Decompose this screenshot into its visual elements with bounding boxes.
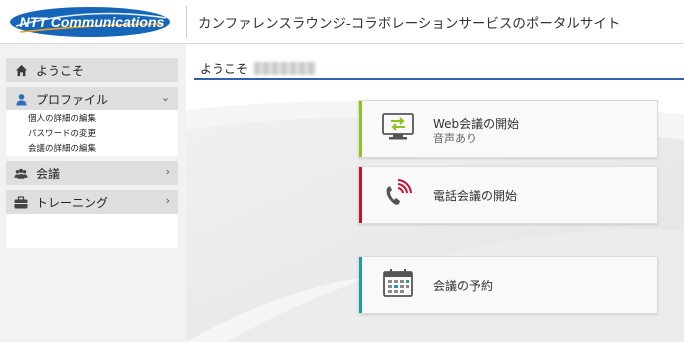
sidebar-item-meetings[interactable]: 会議 › [6,161,178,185]
chevron-right-icon: › [165,165,170,178]
sidebar-item-label: プロファイル [36,92,109,107]
card-title: 会議の予約 [433,279,494,293]
start-phone-conference-button[interactable]: 電話会議の開始 [358,166,658,224]
sidebar-item-label: ようこそ [36,63,85,78]
sidebar-item-label: 会議 [36,166,61,181]
start-web-conference-button[interactable]: Web会議の開始 音声あり [358,100,658,158]
sidebar-item-profile[interactable]: プロファイル ⌄ [6,87,178,111]
card-title: 電話会議の開始 [433,189,518,203]
page-header: NTT Communications カンファレンスラウンジ-コラボレーションサ… [0,0,684,44]
group-icon [14,166,28,180]
header-divider [186,6,187,38]
submenu-change-password[interactable]: パスワードの変更 [28,127,96,139]
calendar-icon [381,268,415,302]
ntt-communications-logo[interactable]: NTT Communications [6,4,176,40]
user-icon [14,92,28,106]
welcome-rule [194,78,684,80]
sidebar-item-training[interactable]: トレーニング › [6,190,178,214]
card-accent [359,101,362,157]
sidebar-item-welcome[interactable]: ようこそ [6,58,178,82]
home-icon [14,63,28,77]
site-title: カンファレンスラウンジ-コラボレーションサービスのポータルサイト [198,16,621,32]
card-accent [359,167,362,223]
submenu-edit-personal-details[interactable]: 個人の詳細の編集 [28,112,96,124]
monitor-arrows-icon [381,112,415,146]
sidebar-empty-panel [6,214,178,248]
welcome-heading: ようこそ [200,62,249,76]
chevron-right-icon: › [165,194,170,207]
submenu-edit-meeting-details[interactable]: 会議の詳細の編集 [28,142,96,154]
card-subtitle: 音声あり [433,132,477,145]
redacted-user-name [254,62,316,75]
schedule-meeting-button[interactable]: 会議の予約 [358,256,658,314]
phone-icon [381,178,415,212]
chevron-down-icon: ⌄ [160,91,170,104]
card-accent [359,257,362,313]
logo-text: NTT Communications [20,14,165,30]
briefcase-icon [14,195,28,209]
sidebar-item-label: トレーニング [36,195,109,210]
